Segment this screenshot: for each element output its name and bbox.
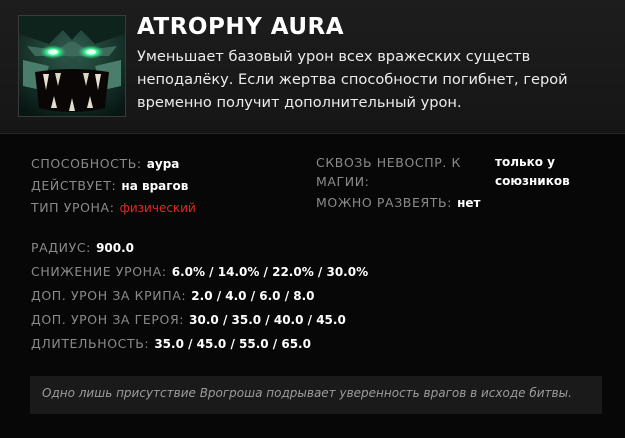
attribute-value: аура [146, 157, 180, 171]
attribute-label: СКВОЗЬ НЕВОСПР. К [316, 155, 461, 170]
stat-value: 35.0 / 45.0 / 55.0 / 65.0 [154, 337, 311, 351]
stat-label: ДОП. УРОН ЗА ГЕРОЯ: [31, 312, 185, 327]
attribute-affects: ДЕЙСТВУЕТ: на врагов [31, 175, 188, 194]
attribute-pierces-spell-immunity-value: только у союзников [495, 153, 570, 191]
attribute-label: ДЕЙСТВУЕТ: [31, 178, 117, 193]
ability-description: Уменьшает базовый урон всех вражеских су… [137, 48, 568, 111]
attribute-label: МАГИИ: [316, 174, 370, 189]
ghoul-face-icon [19, 16, 125, 116]
stat-label: ДОП. УРОН ЗА КРИПА: [31, 288, 187, 303]
stat-value: 30.0 / 35.0 / 40.0 / 45.0 [189, 313, 346, 327]
attribute-damage-type: ТИП УРОНА: физический [31, 197, 196, 216]
attribute-value: нет [457, 196, 481, 210]
stat-value: 900.0 [96, 241, 135, 255]
ability-title: ATROPHY AURA [137, 14, 345, 40]
lore-text: Одно лишь присутствие Врогроша подрывает… [30, 376, 602, 414]
attribute-label: МОЖНО РАЗВЕЯТЬ: [316, 195, 452, 210]
stat-label: РАДИУС: [31, 240, 91, 255]
attribute-label: СПОСОБНОСТЬ: [31, 156, 142, 171]
ability-icon [18, 15, 126, 117]
stat-value: 6.0% / 14.0% / 22.0% / 30.0% [171, 265, 369, 279]
stat-label: СНИЖЕНИЕ УРОНА: [31, 264, 167, 279]
attribute-value: союзников [495, 174, 570, 188]
attribute-pierces-spell-immunity-label: СКВОЗЬ НЕВОСПР. К МАГИИ: [316, 153, 461, 191]
ability-tooltip: ATROPHY AURA Уменьшает базовый урон всех… [0, 0, 625, 438]
stat-creep-bonus-damage: ДОП. УРОН ЗА КРИПА: 2.0 / 4.0 / 6.0 / 8.… [31, 285, 315, 304]
stat-value: 2.0 / 4.0 / 6.0 / 8.0 [191, 289, 315, 303]
attribute-value: на врагов [121, 179, 189, 193]
attribute-dispellable: МОЖНО РАЗВЕЯТЬ: нет [316, 192, 480, 211]
stat-label: ДЛИТЕЛЬНОСТЬ: [31, 336, 150, 351]
stat-damage-reduction: СНИЖЕНИЕ УРОНА: 6.0% / 14.0% / 22.0% / 3… [31, 261, 368, 280]
attribute-label: ТИП УРОНА: [31, 200, 115, 215]
attribute-ability-type: СПОСОБНОСТЬ: аура [31, 153, 179, 172]
stat-hero-bonus-damage: ДОП. УРОН ЗА ГЕРОЯ: 30.0 / 35.0 / 40.0 /… [31, 309, 346, 328]
attribute-value: физический [119, 201, 196, 215]
stat-radius: РАДИУС: 900.0 [31, 237, 134, 256]
tooltip-header: ATROPHY AURA Уменьшает базовый урон всех… [0, 0, 625, 134]
stat-duration: ДЛИТЕЛЬНОСТЬ: 35.0 / 45.0 / 55.0 / 65.0 [31, 333, 311, 352]
attribute-value: только у [495, 155, 555, 169]
